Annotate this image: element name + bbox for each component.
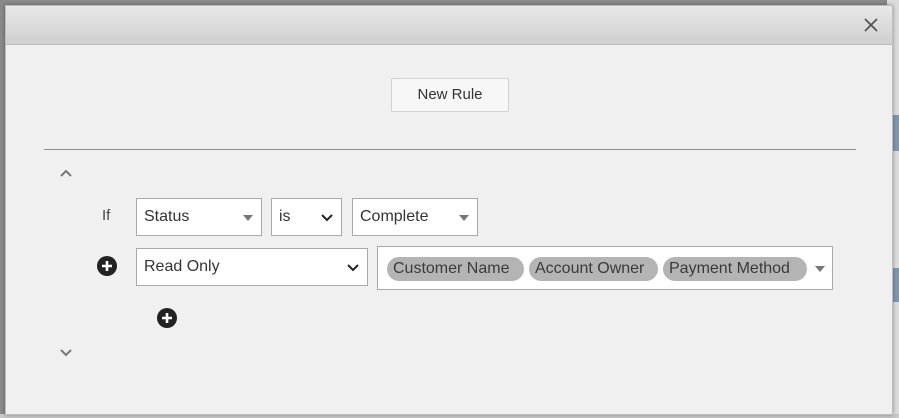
- plus-circle-icon[interactable]: [97, 256, 117, 276]
- if-label: If: [102, 207, 111, 224]
- field-tag[interactable]: Payment Method: [663, 257, 807, 281]
- dropdown-caret-icon: [815, 266, 825, 272]
- dialog-header: [6, 6, 892, 45]
- condition-operator-select[interactable]: is: [271, 198, 342, 236]
- condition-field-select[interactable]: Status: [136, 198, 262, 236]
- chevron-down-icon: [321, 214, 333, 222]
- chevron-up-icon[interactable]: [59, 168, 73, 178]
- dropdown-caret-icon: [243, 215, 253, 221]
- field-tag[interactable]: Account Owner: [529, 257, 658, 281]
- rules-dialog: New Rule If Status is Complete Read Only…: [5, 5, 893, 415]
- chevron-down-icon[interactable]: [59, 348, 73, 358]
- dropdown-caret-icon: [459, 215, 469, 221]
- plus-circle-icon[interactable]: [157, 308, 177, 328]
- condition-value-select[interactable]: Complete: [352, 198, 478, 236]
- chevron-down-icon: [347, 264, 359, 272]
- field-tag[interactable]: Customer Name: [387, 257, 524, 281]
- action-fields-multiselect[interactable]: Customer Name Account Owner Payment Meth…: [377, 246, 833, 290]
- condition-operator-value: is: [279, 208, 291, 225]
- condition-value-value: Complete: [360, 208, 429, 225]
- new-rule-button[interactable]: New Rule: [391, 78, 509, 112]
- close-icon[interactable]: [862, 16, 880, 34]
- action-type-select[interactable]: Read Only: [136, 248, 368, 286]
- action-type-value: Read Only: [144, 258, 220, 275]
- divider: [44, 149, 856, 150]
- condition-field-value: Status: [144, 208, 190, 225]
